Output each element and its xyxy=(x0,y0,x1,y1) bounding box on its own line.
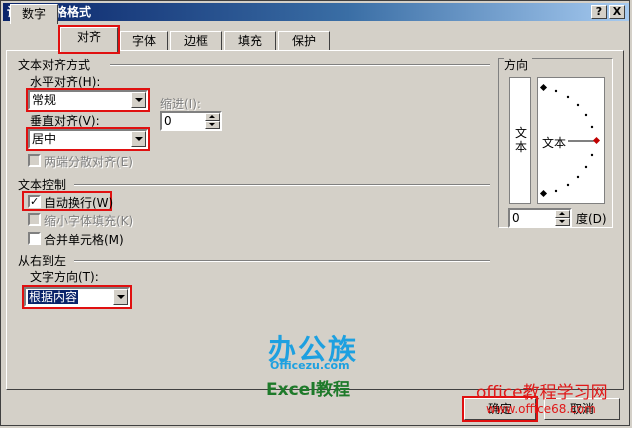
spin-down-icon[interactable] xyxy=(205,121,220,129)
dial-marker-bottom xyxy=(539,189,548,198)
tab-protection[interactable]: 保护 xyxy=(278,31,330,51)
degrees-value: 0 xyxy=(512,211,520,225)
indent-spinner[interactable]: 0 xyxy=(160,111,222,131)
watermark-red-url: www.office68.com xyxy=(486,402,596,416)
watermark-site: Officezu.com xyxy=(270,359,350,372)
dial-dot xyxy=(584,165,588,169)
group-separator xyxy=(110,64,490,66)
dial-dot xyxy=(590,153,594,157)
justify-distributed-label: 两端分散对齐(E) xyxy=(44,155,133,169)
spin-up-icon[interactable] xyxy=(205,113,220,121)
vertical-alignment-value: 居中 xyxy=(32,132,57,146)
help-button[interactable]: ? xyxy=(591,5,607,19)
wrap-text-label[interactable]: 自动换行(W) xyxy=(44,194,113,211)
merge-cells-label[interactable]: 合并单元格(M) xyxy=(44,231,124,248)
horizontal-alignment-select[interactable]: 常规 xyxy=(26,88,150,112)
wrap-text-checkbox[interactable]: ✓ xyxy=(28,195,41,208)
orientation-group-label: 方向 xyxy=(504,56,533,73)
spin-down-icon[interactable] xyxy=(555,218,570,226)
chevron-down-icon[interactable] xyxy=(131,92,146,108)
group-separator xyxy=(74,184,490,186)
text-alignment-group-label: 文本对齐方式 xyxy=(18,56,95,73)
degrees-label: 度(D) xyxy=(576,212,607,226)
tab-font[interactable]: 字体 xyxy=(120,31,168,51)
title-bar: 设置单元格格式 ? X xyxy=(3,3,629,21)
shrink-to-fit-checkbox[interactable] xyxy=(28,213,41,226)
text-direction-select[interactable]: 根据内容 xyxy=(22,285,132,309)
dial-dot xyxy=(554,89,558,93)
rtl-group-label: 从右到左 xyxy=(18,252,71,269)
vertical-text-button[interactable]: 文本 xyxy=(509,77,531,204)
tab-number[interactable]: 数字 xyxy=(10,4,58,24)
degrees-spinner[interactable]: 0 xyxy=(508,208,572,228)
dial-marker-right xyxy=(592,136,601,145)
indent-label: 缩进(I): xyxy=(160,97,201,111)
dial-dot xyxy=(584,113,588,117)
orientation-dial[interactable]: 文本 xyxy=(537,77,605,204)
dial-dot xyxy=(554,189,558,193)
chevron-down-icon[interactable] xyxy=(113,289,128,305)
chevron-down-icon[interactable] xyxy=(131,131,146,147)
close-button[interactable]: X xyxy=(609,5,625,19)
text-control-group-label: 文本控制 xyxy=(18,176,71,193)
dial-dot xyxy=(566,95,570,99)
text-direction-value: 根据内容 xyxy=(28,290,79,304)
dial-dot xyxy=(590,125,594,129)
indent-value: 0 xyxy=(164,114,172,128)
shrink-to-fit-label: 缩小字体填充(K) xyxy=(44,214,134,228)
watermark-red-title: office教程学习网 xyxy=(476,383,608,403)
tab-alignment[interactable]: 对齐 xyxy=(58,25,120,54)
horizontal-alignment-value: 常规 xyxy=(32,93,57,107)
justify-distributed-checkbox[interactable] xyxy=(28,154,41,167)
vertical-alignment-select[interactable]: 居中 xyxy=(26,127,150,151)
dial-dot xyxy=(566,183,570,187)
text-direction-label: 文字方向(T): xyxy=(30,270,99,284)
tab-fill[interactable]: 填充 xyxy=(224,31,276,51)
vertical-alignment-label: 垂直对齐(V): xyxy=(30,114,100,128)
dial-text-label: 文本 xyxy=(542,136,567,150)
group-separator xyxy=(74,260,490,262)
tab-border[interactable]: 边框 xyxy=(170,31,222,51)
dial-dot xyxy=(576,175,580,179)
dial-dot xyxy=(576,103,580,107)
dial-marker-top xyxy=(539,83,548,92)
horizontal-alignment-label: 水平对齐(H): xyxy=(30,75,101,89)
watermark-excel: Excel教程 xyxy=(266,380,351,400)
spin-up-icon[interactable] xyxy=(555,210,570,218)
vertical-text-label: 文本 xyxy=(514,126,527,154)
merge-cells-checkbox[interactable] xyxy=(28,232,41,245)
